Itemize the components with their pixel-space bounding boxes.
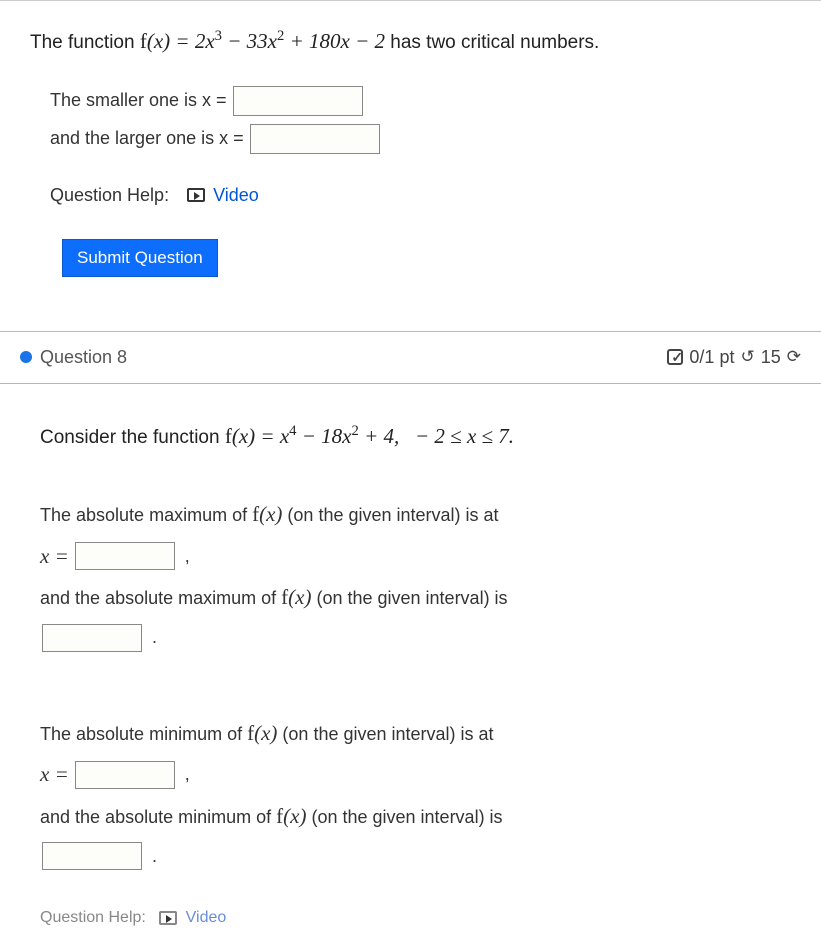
q7-smaller-label: The smaller one is x =: [50, 87, 227, 114]
q8-function: f(x) = x4 − 18x2 + 4, − 2 ≤ x ≤ 7.: [225, 424, 514, 448]
q7-larger-input[interactable]: [250, 124, 380, 154]
comma-1: ,: [185, 543, 190, 570]
q8-consider-intro: Consider the function: [40, 427, 225, 448]
q8-attempts: 15: [761, 344, 781, 371]
fx-2: f(x): [281, 585, 311, 609]
q7-intro: The function: [30, 32, 140, 53]
period-1: .: [152, 624, 157, 651]
q8-absmin-at-input[interactable]: [75, 761, 175, 789]
q8-video-link[interactable]: Video: [186, 909, 227, 926]
fx-3: f(x): [247, 721, 277, 745]
q8-absmin-is-pre: and the absolute minimum of: [40, 807, 276, 827]
x-eq-1: x =: [40, 541, 69, 573]
q8-absmax-is-input[interactable]: [42, 624, 142, 652]
q7-outro: has two critical numbers.: [390, 32, 599, 53]
q7-larger-label: and the larger one is x =: [50, 125, 244, 152]
x-eq-2: x =: [40, 759, 69, 791]
question-8-header: Question 8 0/1 pt ↺ 15 ⟳: [0, 331, 821, 384]
q8-title: Question 8: [40, 344, 127, 371]
q8-absmax-at-pre: The absolute maximum of: [40, 505, 252, 525]
q8-absmax-is-post: (on the given interval) is: [316, 588, 507, 608]
q7-help-label: Question Help:: [50, 182, 169, 209]
q8-absmin-at-post: (on the given interval) is at: [282, 724, 493, 744]
q7-function: f(x) = 2x3 − 33x2 + 180x − 2: [140, 29, 390, 53]
submit-question-button[interactable]: Submit Question: [62, 239, 218, 277]
q8-absmin-is-post: (on the given interval) is: [311, 807, 502, 827]
question-7-body: The function f(x) = 2x3 − 33x2 + 180x − …: [0, 1, 821, 301]
bullet-icon: [20, 351, 32, 363]
q8-help-label: Question Help:: [40, 909, 146, 926]
q8-absmin-at-pre: The absolute minimum of: [40, 724, 247, 744]
video-icon-2: [159, 911, 177, 925]
q8-help-row: Question Help: Video: [0, 906, 821, 930]
video-icon: [187, 188, 205, 202]
period-2: .: [152, 843, 157, 870]
q8-absmax-at-input[interactable]: [75, 542, 175, 570]
check-icon: [667, 349, 683, 365]
q8-absmin-is-input[interactable]: [42, 842, 142, 870]
fx-4: f(x): [276, 804, 306, 828]
refresh-icon[interactable]: ⟳: [787, 344, 801, 370]
question-8-body: Consider the function f(x) = x4 − 18x2 +…: [0, 384, 821, 887]
comma-2: ,: [185, 761, 190, 788]
q7-smaller-input[interactable]: [233, 86, 363, 116]
retry-icon: ↺: [740, 344, 754, 370]
fx-1: f(x): [252, 502, 282, 526]
q8-absmax-at-post: (on the given interval) is at: [287, 505, 498, 525]
q8-points: 0/1 pt: [689, 344, 734, 371]
q7-prompt: The function f(x) = 2x3 − 33x2 + 180x − …: [30, 25, 791, 58]
q7-video-link[interactable]: Video: [213, 182, 259, 209]
q8-absmax-is-pre: and the absolute maximum of: [40, 588, 281, 608]
